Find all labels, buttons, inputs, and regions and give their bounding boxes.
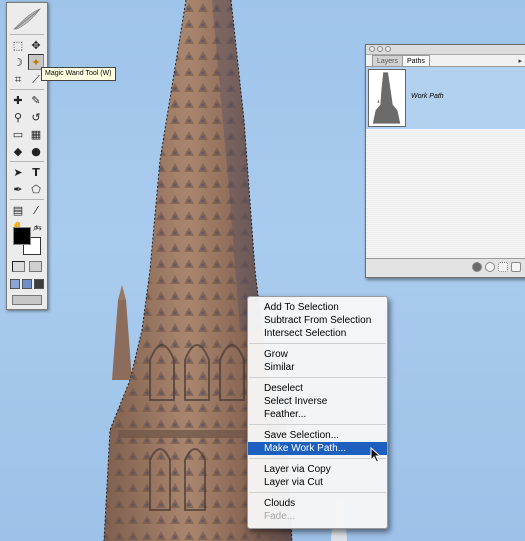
- path-row-work-path[interactable]: Work Path: [366, 67, 525, 129]
- swap-colors-icon[interactable]: ⇆: [35, 223, 42, 232]
- toolbox-divider: [10, 199, 44, 200]
- menu-item-similar[interactable]: Similar: [248, 361, 387, 374]
- paths-list: Work Path: [366, 66, 525, 260]
- screen-mode-button[interactable]: [22, 279, 32, 289]
- menu-separator: [249, 343, 386, 344]
- lasso-tool-icon[interactable]: ☽: [10, 54, 26, 70]
- menu-separator: [249, 492, 386, 493]
- path-selection-tool-icon[interactable]: ➤: [10, 164, 26, 180]
- blur-tool-icon[interactable]: ◆: [10, 143, 26, 159]
- crop-tool-icon[interactable]: ⌗: [10, 71, 26, 87]
- screen-mode-button[interactable]: [34, 279, 44, 289]
- photoshop-feather-icon: [13, 8, 41, 30]
- menu-item-add-to-selection[interactable]: Add To Selection: [248, 301, 387, 314]
- paths-palette: Layers Paths ▸ Work Path: [365, 44, 525, 278]
- menu-item-deselect[interactable]: Deselect: [248, 382, 387, 395]
- palette-footer: [366, 258, 525, 277]
- dodge-tool-icon[interactable]: ●: [28, 143, 44, 159]
- menu-item-intersect-selection[interactable]: Intersect Selection: [248, 327, 387, 340]
- menu-item-save-selection[interactable]: Save Selection...: [248, 429, 387, 442]
- minimize-button[interactable]: [377, 46, 383, 52]
- clone-stamp-tool-icon[interactable]: ⚲: [10, 109, 26, 125]
- menu-item-select-inverse[interactable]: Select Inverse: [248, 395, 387, 408]
- stroke-path-button[interactable]: [485, 262, 495, 272]
- type-tool-icon[interactable]: T: [28, 164, 44, 180]
- palette-titlebar[interactable]: [366, 45, 525, 55]
- path-name-label: Work Path: [411, 93, 444, 100]
- context-menu: Add To Selection Subtract From Selection…: [247, 296, 388, 529]
- toolbox-divider: [10, 34, 44, 35]
- zoom-button[interactable]: [385, 46, 391, 52]
- new-path-button[interactable]: [511, 262, 521, 272]
- load-as-selection-button[interactable]: [498, 262, 508, 272]
- history-brush-tool-icon[interactable]: ↺: [28, 109, 44, 125]
- close-button[interactable]: [369, 46, 375, 52]
- menu-item-make-work-path[interactable]: Make Work Path...: [248, 442, 387, 455]
- fill-path-button[interactable]: [472, 262, 482, 272]
- quick-mask-button[interactable]: [29, 261, 42, 272]
- toolbox-divider: [10, 161, 44, 162]
- eraser-tool-icon[interactable]: ▭: [10, 126, 26, 142]
- menu-item-layer-via-cut[interactable]: Layer via Cut: [248, 476, 387, 489]
- brush-tool-icon[interactable]: ✎: [28, 92, 44, 108]
- path-thumbnail: [368, 69, 406, 127]
- menu-item-subtract-from-selection[interactable]: Subtract From Selection: [248, 314, 387, 327]
- menu-separator: [249, 377, 386, 378]
- notes-tool-icon[interactable]: ▤: [10, 202, 26, 218]
- tool-tooltip: Magic Wand Tool (W): [41, 67, 116, 81]
- menu-item-clouds[interactable]: Clouds: [248, 497, 387, 510]
- jump-to-imageready-button[interactable]: [12, 295, 42, 305]
- menu-separator: [249, 458, 386, 459]
- healing-brush-tool-icon[interactable]: ✚: [10, 92, 26, 108]
- menu-item-fade: Fade...: [264, 511, 296, 522]
- menu-item-layer-via-copy[interactable]: Layer via Copy: [248, 463, 387, 476]
- menu-separator: [249, 424, 386, 425]
- standard-mode-button[interactable]: [12, 261, 25, 272]
- toolbox-divider: [10, 89, 44, 90]
- screen-mode-button[interactable]: [10, 279, 20, 289]
- foreground-color-swatch[interactable]: [13, 227, 31, 245]
- toolbox-panel: ⬚ ✥ ☽ ✦ ⌗ ⟋ ✚ ✎ ⚲ ↺ ▭ ▦ ◆ ● ➤ T ✒ ⬠ ▤ ⁄ …: [6, 2, 48, 310]
- pen-tool-icon[interactable]: ✒: [10, 181, 26, 197]
- menu-item-grow[interactable]: Grow: [248, 348, 387, 361]
- spire-silhouette-icon: [372, 72, 401, 124]
- eyedropper-tool-icon[interactable]: ⁄: [28, 202, 44, 218]
- move-tool-icon[interactable]: ✥: [28, 37, 44, 53]
- marquee-tool-icon[interactable]: ⬚: [10, 37, 26, 53]
- palette-menu-icon[interactable]: ▸: [518, 57, 522, 65]
- menu-item-feather[interactable]: Feather...: [248, 408, 387, 421]
- mouse-pointer-icon: [370, 447, 382, 463]
- gradient-tool-icon[interactable]: ▦: [28, 126, 44, 142]
- shape-tool-icon[interactable]: ⬠: [28, 181, 44, 197]
